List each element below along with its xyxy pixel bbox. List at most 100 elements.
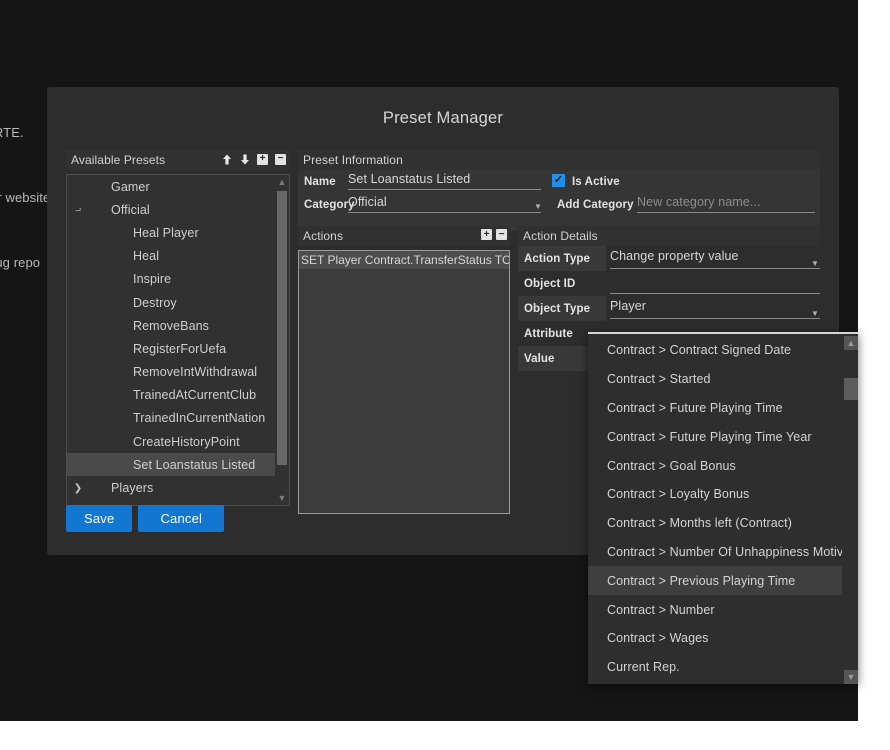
preset-information-panel: Preset Information Name Set Loanstatus L… [298, 150, 820, 231]
background-text-fragment-1: MRTE. [0, 125, 24, 140]
attribute-dropdown-item[interactable]: Contract > Previous Playing Time [588, 566, 844, 596]
attribute-dropdown-item-label: Contract > Previous Playing Time [607, 573, 796, 588]
add-preset-glyph: + [257, 153, 268, 165]
preset-information-title: Preset Information [303, 153, 403, 167]
move-down-arrow-glyph [240, 154, 249, 164]
preset-tree-item-label: TrainedAtCurrentClub [133, 388, 257, 403]
move-down-icon[interactable] [238, 152, 251, 166]
attribute-dropdown-item[interactable]: Contract > Wages [588, 624, 844, 653]
remove-preset-glyph: − [275, 153, 286, 165]
preset-tree-item-label: RegisterForUefa [133, 341, 227, 356]
attribute-dropdown-item[interactable]: Contract > Future Playing Time [588, 394, 844, 423]
available-presets-panel: Available Presets + − Gamer ⌐ Official H… [66, 150, 290, 506]
attribute-dropdown-item[interactable]: Current Rep. [588, 653, 844, 682]
preset-tree-item-label: Players [111, 481, 154, 496]
action-type-chevron-down-icon[interactable]: ▼ [811, 260, 819, 268]
attribute-dropdown-item[interactable]: Contract > Future Playing Time Year [588, 422, 844, 451]
preset-tree-item[interactable]: RegisterForUefa [67, 337, 275, 360]
name-input[interactable]: Set Loanstatus Listed [348, 172, 541, 190]
chevron-down-icon[interactable]: ▼ [534, 203, 542, 211]
object-id-input[interactable] [610, 274, 820, 294]
presets-scroll-up-icon[interactable]: ▲ [275, 175, 289, 189]
action-type-label: Action Type [518, 246, 606, 271]
dropdown-scroll-up-icon[interactable]: ▲ [844, 336, 858, 350]
attribute-dropdown-item-label: Contract > Number Of Unhappiness Motives [607, 544, 857, 559]
category-select[interactable]: Official [348, 195, 541, 213]
attribute-dropdown-item-label: Contract > Future Playing Time [607, 400, 783, 415]
move-up-arrow-glyph [222, 154, 231, 164]
cancel-button[interactable]: Cancel [138, 505, 225, 532]
chevron-expanded-icon[interactable]: ⌐ [67, 204, 89, 215]
background-text-fragment-2: ur website [0, 190, 51, 205]
chevron-collapsed-icon[interactable]: ❯ [67, 483, 89, 494]
action-type-select[interactable]: Change property value [610, 249, 820, 269]
dialog-titlebar: Preset Manager [48, 88, 838, 144]
dropdown-scroll-thumb[interactable] [844, 378, 858, 400]
object-type-chevron-down-icon[interactable]: ▼ [811, 310, 819, 318]
save-button[interactable]: Save [66, 505, 133, 532]
preset-tree-item-label: Destroy [133, 295, 177, 310]
preset-tree-item[interactable]: Inspire [67, 268, 275, 291]
attribute-dropdown-item-label: Contract > Goal Bonus [607, 458, 736, 473]
remove-preset-icon[interactable]: − [274, 152, 287, 166]
preset-tree-item-label: Official [111, 202, 150, 217]
presets-scrollbar[interactable]: ▲ ▼ [275, 175, 289, 505]
actions-panel: Actions + − SET Player Contract.Transfer… [298, 226, 510, 514]
name-label: Name [304, 176, 336, 188]
dialog-title: Preset Manager [382, 109, 504, 127]
attribute-dropdown-popup[interactable]: Contract > Contract Signed Date Contract … [588, 332, 858, 684]
attribute-dropdown-scrollbar[interactable]: ▲ ▼ [842, 336, 858, 684]
preset-tree-item[interactable]: Destroy [67, 291, 275, 314]
is-active-checkbox[interactable]: ✓ [552, 174, 565, 187]
attribute-dropdown-item[interactable]: Contract > Started [588, 365, 844, 394]
presets-scroll-thumb[interactable] [277, 191, 287, 465]
preset-tree-item[interactable]: TrainedInCurrentNation [67, 407, 275, 430]
background-text-fragment-3: bug repo [0, 255, 41, 270]
actions-list[interactable]: SET Player Contract.TransferStatus TO Tr… [298, 250, 510, 514]
attribute-dropdown-list[interactable]: Contract > Contract Signed Date Contract … [588, 336, 856, 684]
remove-action-icon[interactable]: − [496, 229, 507, 240]
add-preset-icon[interactable]: + [256, 152, 269, 166]
object-type-label: Object Type [518, 296, 606, 321]
available-presets-header: Available Presets + − [66, 150, 290, 170]
available-presets-title: Available Presets [71, 153, 166, 167]
add-action-icon[interactable]: + [481, 229, 492, 240]
preset-tree-item[interactable]: TrainedAtCurrentClub [67, 384, 275, 407]
dialog-footer: Save Cancel [66, 505, 225, 532]
preset-tree-item[interactable]: RemoveIntWithdrawal [67, 361, 275, 384]
dropdown-scroll-down-icon[interactable]: ▼ [844, 670, 858, 684]
move-up-icon[interactable] [220, 152, 233, 166]
attribute-dropdown-item-label: Contract > Started [607, 372, 711, 387]
object-type-select[interactable]: Player [610, 299, 820, 319]
preset-tree-item-label: Heal Player [133, 225, 199, 240]
presets-tree[interactable]: Gamer ⌐ Official Heal Player Heal Inspire Dest… [66, 174, 290, 506]
presets-toolbar: + − [220, 152, 287, 166]
attribute-dropdown-item[interactable]: Contract > Number [588, 595, 844, 624]
attribute-dropdown-item-label: Contract > Number [607, 602, 715, 617]
attribute-dropdown-item[interactable]: Contract > Months left (Contract) [588, 509, 844, 538]
add-category-label: Add Category [557, 199, 634, 211]
action-list-item[interactable]: SET Player Contract.TransferStatus TO Tr… [299, 251, 509, 269]
preset-tree-item-label: TrainedInCurrentNation [133, 411, 266, 426]
preset-tree-item[interactable]: RemoveBans [67, 314, 275, 337]
attribute-dropdown-item[interactable]: Contract > Loyalty Bonus [588, 480, 844, 509]
preset-tree-item-label: CreateHistoryPoint [133, 434, 240, 449]
preset-tree-item[interactable]: CreateHistoryPoint [67, 430, 275, 453]
preset-tree-item[interactable]: Heal Player [67, 221, 275, 244]
screen: MRTE. ur website bug repo Preset Manager… [0, 0, 890, 750]
preset-tree-item[interactable]: ❯ Players [67, 476, 275, 499]
presets-scroll-down-icon[interactable]: ▼ [275, 491, 289, 505]
preset-tree-item[interactable]: ⌐ Official [67, 198, 275, 221]
is-active-label: Is Active [572, 176, 620, 188]
actions-header: Actions + − [298, 226, 510, 246]
preset-information-body: Name Set Loanstatus Listed Category Offi… [298, 170, 820, 231]
action-details-title: Action Details [523, 229, 598, 243]
preset-tree-item[interactable]: Set Loanstatus Listed [67, 453, 275, 477]
attribute-dropdown-item[interactable]: Contract > Contract Signed Date [588, 336, 844, 365]
preset-tree-item-label: Set Loanstatus Listed [133, 457, 256, 472]
attribute-dropdown-item[interactable]: Contract > Goal Bonus [588, 451, 844, 480]
new-category-input[interactable]: New category name... [637, 195, 815, 213]
preset-tree-item[interactable]: Heal [67, 245, 275, 268]
preset-tree-item[interactable]: Gamer [67, 175, 275, 198]
attribute-dropdown-item[interactable]: Contract > Number Of Unhappiness Motives [588, 538, 856, 567]
